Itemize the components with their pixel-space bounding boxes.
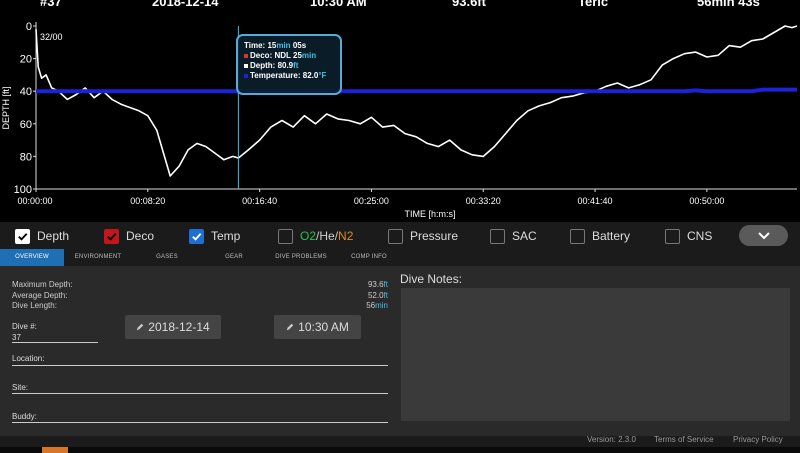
notes-panel: Dive Notes: — [394, 266, 800, 436]
y-tick-label: 100 — [14, 184, 32, 196]
x-tick-label: 00:16:40 — [242, 196, 277, 206]
chart-legend: Depth Deco Temp O2/He/N2 Pressure SAC — [0, 222, 800, 249]
series-temp-line — [36, 87, 797, 94]
site-label: Site: — [12, 383, 29, 392]
buddy-label: Buddy: — [12, 412, 37, 421]
depth-swatch — [244, 63, 248, 68]
check-icon — [192, 232, 202, 241]
y-tick-label: 60 — [20, 119, 32, 131]
tab-gases[interactable]: GASES — [142, 249, 192, 266]
detail-tabs: OVERVIEW ENVIRONMENT GASES GEAR DIVE PRO… — [0, 249, 800, 266]
expand-legend-button[interactable] — [739, 225, 788, 246]
depth-checkbox[interactable] — [15, 228, 30, 244]
pressure-checkbox[interactable] — [388, 228, 403, 244]
temp-checkbox[interactable] — [189, 228, 204, 244]
terms-link[interactable]: Terms of Service — [654, 435, 714, 444]
x-tick-label: 00:08:20 — [130, 196, 165, 206]
location-input[interactable] — [12, 365, 388, 366]
site-input[interactable] — [12, 393, 388, 394]
x-tick-label: 00:41:40 — [578, 196, 613, 206]
avg-depth-stat: Average Depth: 52.0ft — [12, 291, 388, 300]
x-tick-label: 00:25:00 — [354, 196, 389, 206]
x-tick-label: 00:33:20 — [466, 196, 501, 206]
depth-chart[interactable]: 0 20 40 60 80 10000:00:00 00:08:20 00:16:40 00:2… — [0, 0, 800, 222]
pencil-icon — [137, 323, 144, 331]
date-button[interactable]: 2018-12-14 — [125, 315, 221, 339]
chevron-down-icon — [757, 232, 770, 240]
sac-checkbox[interactable] — [490, 228, 505, 244]
tab-overview[interactable]: OVERVIEW — [0, 249, 64, 266]
x-tick-label: 00:50:00 — [689, 196, 724, 206]
check-icon — [107, 232, 117, 241]
overview-panel: Maximum Depth: 93.6ft Average Depth: 52.… — [0, 266, 394, 436]
y-tick-label: 20 — [20, 54, 32, 66]
version-text: Version: 2.3.0 — [587, 435, 636, 444]
check-icon — [18, 232, 28, 241]
location-label: Location: — [12, 354, 45, 363]
legend-deco[interactable]: Deco — [104, 227, 154, 245]
legend-pressure[interactable]: Pressure — [388, 227, 458, 245]
gas-mix-checkbox[interactable] — [278, 228, 293, 244]
cns-checkbox[interactable] — [665, 228, 680, 244]
dive-notes-title: Dive Notes: — [400, 272, 463, 286]
tooltip-depth: Depth: 80.9ft — [244, 61, 334, 71]
legend-cns[interactable]: CNS — [665, 227, 712, 245]
battery-checkbox[interactable] — [570, 228, 585, 244]
dive-length-stat: Dive Length: 56min — [12, 301, 388, 310]
y-tick-label: 80 — [20, 151, 32, 163]
tooltip-time: Time: 15min 05s — [244, 41, 307, 50]
app-root: #37 2018-12-14 10:30 AM 93.6ft Teric 56m… — [0, 0, 800, 453]
taskbar-app-icon[interactable] — [42, 447, 68, 453]
deco-swatch — [244, 53, 248, 58]
tab-environment[interactable]: ENVIRONMENT — [64, 249, 132, 266]
deco-checkbox[interactable] — [104, 228, 119, 244]
time-button[interactable]: 10:30 AM — [274, 315, 361, 339]
taskbar — [0, 447, 800, 453]
ceiling-label: 32/00 — [40, 32, 63, 42]
dive-number-underline — [12, 342, 98, 343]
tab-gear[interactable]: GEAR — [214, 249, 254, 266]
legend-depth[interactable]: Depth — [15, 227, 69, 245]
legend-battery[interactable]: Battery — [570, 227, 630, 245]
pencil-icon — [286, 323, 294, 331]
y-tick-label: 40 — [20, 86, 32, 98]
temp-swatch — [244, 73, 248, 78]
x-tick-label: 00:00:00 — [17, 196, 52, 206]
tab-comp-info[interactable]: COMP INFO — [346, 249, 392, 266]
tooltip-deco: Deco: NDL 25min — [244, 51, 334, 61]
x-axis-title: TIME [h:m:s] — [404, 209, 455, 219]
series-depth-line — [35, 25, 798, 177]
max-depth-stat: Maximum Depth: 93.6ft — [12, 280, 388, 289]
tab-dive-problems[interactable]: DIVE PROBLEMS — [268, 249, 334, 266]
legend-sac[interactable]: SAC — [490, 227, 537, 245]
chart-tooltip: Time: 15min 05s Deco: NDL 25min Depth: 8… — [236, 34, 342, 95]
tooltip-temperature: Temperature: 82.0°F — [244, 71, 334, 81]
dive-number-label: Dive #: — [12, 322, 37, 331]
privacy-link[interactable]: Privacy Policy — [733, 435, 783, 444]
buddy-input[interactable] — [12, 422, 388, 423]
dive-notes-textarea[interactable] — [401, 288, 790, 421]
legend-gas-mix[interactable]: O2/He / N2 — [278, 227, 353, 245]
legend-temp[interactable]: Temp — [189, 227, 240, 245]
y-axis-title: DEPTH [ft] — [1, 86, 11, 129]
dive-number-input[interactable]: 37 — [12, 333, 21, 342]
y-tick-label: 0 — [26, 21, 32, 33]
